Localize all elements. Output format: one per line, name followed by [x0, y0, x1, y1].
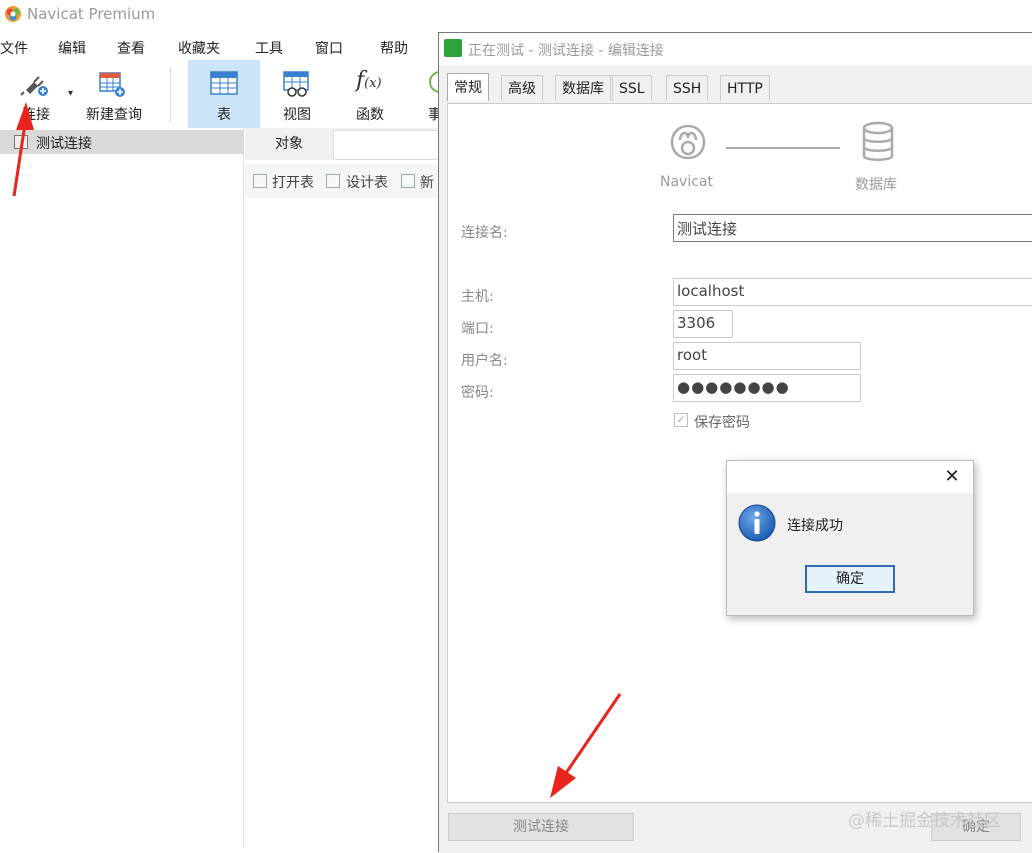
- menu-help[interactable]: 帮助: [380, 38, 408, 58]
- dialog-title: 正在测试 - 测试连接 - 编辑连接: [468, 43, 664, 59]
- menu-view[interactable]: 查看: [117, 38, 145, 58]
- tab-ssh[interactable]: SSH: [666, 75, 709, 101]
- open-table-icon: [253, 174, 267, 188]
- event-tool-button[interactable]: 事: [406, 60, 440, 128]
- menu-bar: 文件 编辑 查看 收藏夹 工具 窗口 帮助: [0, 36, 440, 60]
- app-title: Navicat Premium: [27, 5, 156, 23]
- password-label: 密码:: [461, 385, 494, 401]
- new-query-button[interactable]: 新建查询: [82, 60, 146, 128]
- edit-connection-dialog: 正在测试 - 测试连接 - 编辑连接 常规 高级 数据库 SSL SSH HTT…: [438, 32, 1032, 853]
- menu-favorites[interactable]: 收藏夹: [178, 38, 220, 58]
- tab-ssl[interactable]: SSL: [612, 75, 652, 101]
- connection-name-label: 连接名:: [461, 225, 508, 241]
- connection-success-message-box: ✕ 连接成功 确定: [726, 460, 974, 616]
- new-query-label: 新建查询: [86, 107, 142, 123]
- object-tab-strip: 对象: [245, 128, 440, 160]
- navicat-app: Navicat Premium 文件 编辑 查看 收藏夹 工具 窗口 帮助 连接…: [0, 0, 1032, 853]
- annotation-arrow-connect: [12, 102, 34, 197]
- connection-sidebar: 测试连接: [0, 128, 244, 848]
- menu-file[interactable]: 文件: [0, 38, 28, 58]
- object-tab-blank: [333, 130, 440, 160]
- diagram-database-label: 数据库: [855, 177, 897, 193]
- menu-edit[interactable]: 编辑: [58, 38, 86, 58]
- function-tool-label: 函数: [356, 107, 384, 123]
- tab-objects[interactable]: 对象: [245, 128, 333, 160]
- diagram-navicat-label: Navicat: [660, 174, 713, 190]
- port-field[interactable]: 3306: [673, 310, 733, 338]
- view-icon: [283, 71, 309, 97]
- menu-window[interactable]: 窗口: [315, 38, 343, 58]
- port-label: 端口:: [461, 321, 494, 337]
- dialog-app-icon: [444, 39, 462, 57]
- diagram-connector-line: [726, 147, 840, 149]
- database-icon: [862, 121, 894, 161]
- menu-tools[interactable]: 工具: [255, 38, 283, 58]
- open-table-button[interactable]: 打开表: [272, 172, 314, 192]
- message-box-body: 连接成功 确定: [727, 493, 973, 615]
- table-tool-button[interactable]: 表: [188, 60, 260, 128]
- table-tool-label: 表: [217, 107, 231, 123]
- tab-advanced[interactable]: 高级: [501, 75, 543, 101]
- new-table-button[interactable]: 新: [420, 172, 434, 192]
- tab-http[interactable]: HTTP: [720, 75, 770, 101]
- function-icon: f(x): [356, 68, 382, 93]
- message-ok-button[interactable]: 确定: [805, 565, 895, 593]
- design-table-button[interactable]: 设计表: [346, 172, 388, 192]
- password-field[interactable]: ●●●●●●●●: [673, 374, 861, 402]
- host-label: 主机:: [461, 289, 494, 305]
- main-toolbar: 连接 ▾ 新建查询 表 视图 f(x) 函数 事: [0, 60, 440, 128]
- tab-databases[interactable]: 数据库: [555, 75, 611, 101]
- message-box-title-bar: ✕: [727, 461, 973, 493]
- close-icon[interactable]: ✕: [939, 465, 965, 489]
- general-panel: Navicat 数据库 连接名: 测试连接 主机: localhost 端口: …: [447, 103, 1032, 803]
- username-field[interactable]: root: [673, 342, 861, 370]
- connection-name-field[interactable]: 测试连接: [673, 214, 1032, 242]
- new-table-icon: [401, 174, 415, 188]
- annotation-arrow-test: [550, 693, 622, 798]
- object-toolbar: 打开表 设计表 新: [245, 164, 440, 198]
- tab-general[interactable]: 常规: [447, 73, 489, 101]
- username-label: 用户名:: [461, 353, 508, 369]
- message-text: 连接成功: [787, 518, 843, 534]
- info-icon: [738, 504, 776, 542]
- watermark-text: @稀土掘金技术社区: [848, 811, 1001, 831]
- navicat-logo-icon: [5, 6, 21, 22]
- save-password-label: 保存密码: [694, 415, 750, 431]
- dialog-title-bar: 正在测试 - 测试连接 - 编辑连接: [439, 33, 1032, 65]
- save-password-checkbox[interactable]: ✓: [674, 413, 688, 427]
- new-query-icon: [99, 72, 125, 97]
- view-tool-label: 视图: [283, 107, 311, 123]
- host-field[interactable]: localhost: [673, 278, 1032, 306]
- connect-dropdown-icon[interactable]: ▾: [68, 88, 73, 99]
- table-icon: [210, 71, 238, 95]
- view-tool-button[interactable]: 视图: [262, 60, 332, 128]
- test-connection-button[interactable]: 测试连接: [448, 813, 634, 841]
- design-table-icon: [326, 174, 340, 188]
- main-title-bar: Navicat Premium: [0, 0, 440, 30]
- toolbar-divider: [170, 68, 171, 122]
- function-tool-button[interactable]: f(x) 函数: [336, 60, 404, 128]
- navicat-diagram-icon: [670, 124, 706, 160]
